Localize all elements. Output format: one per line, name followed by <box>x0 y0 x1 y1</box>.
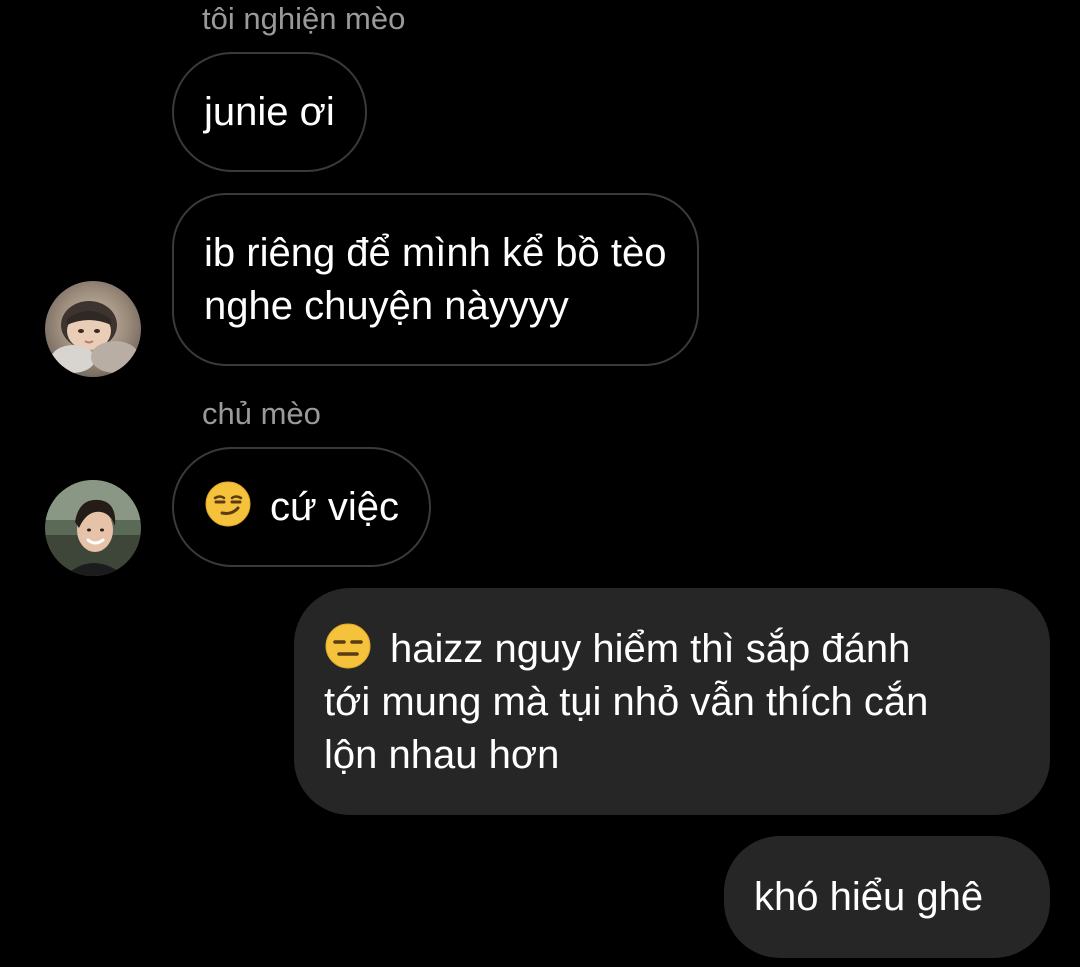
sender-name-toi-nghien-meo: tôi nghiện mèo <box>202 1 406 36</box>
expressionless-face-emoji-icon <box>325 623 371 668</box>
outgoing-message-bubble[interactable]: khó hiểu ghê <box>724 836 1050 958</box>
message-text: junie ơi <box>204 89 335 134</box>
message-text: khó hiểu ghê <box>754 874 984 919</box>
incoming-message-bubble[interactable]: cứ việc <box>172 447 432 567</box>
sender-avatar-toi-nghien-meo[interactable] <box>45 281 141 377</box>
avatar-photo-bundled-up-icon <box>45 281 141 377</box>
message-text-with-emoji: cứ việc <box>204 480 399 534</box>
sender-avatar-chu-meo[interactable] <box>45 480 141 576</box>
sender-name-chu-meo: chủ mèo <box>202 396 321 431</box>
message-text: cứ việc <box>270 485 400 529</box>
message-text-line: ib riêng để mình kể bồ tèo <box>204 230 667 275</box>
message-text-line: tới mung mà tụi nhỏ vẫn thích cắn <box>324 679 929 724</box>
message-text-line: lộn nhau hơn <box>324 732 560 777</box>
smirking-face-emoji-icon <box>205 481 251 527</box>
message-text-line: haizz nguy hiểm thì sắp đánh <box>324 622 928 676</box>
outgoing-message-bubble[interactable]: haizz nguy hiểm thì sắp đánh tới mung mà… <box>294 588 1050 815</box>
avatar-photo-smiling-man-icon <box>45 480 141 576</box>
message-text-line: nghe chuyện nàyyyy <box>204 283 569 328</box>
incoming-message-bubble[interactable]: junie ơi <box>172 52 367 172</box>
incoming-message-bubble[interactable]: ib riêng để mình kể bồ tèo nghe chuyện n… <box>172 193 699 366</box>
